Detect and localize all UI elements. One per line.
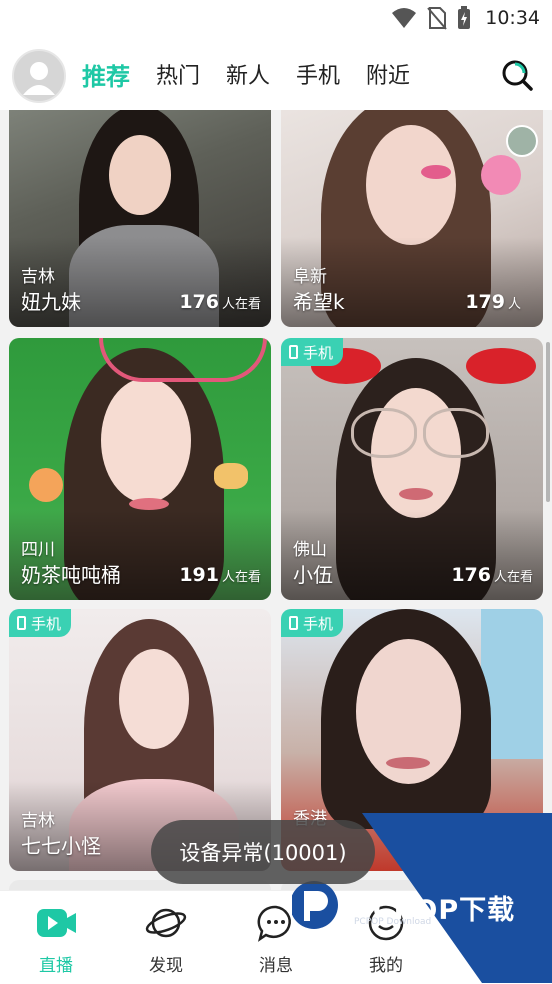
viewer-count: 176 人在看 bbox=[451, 564, 533, 586]
stream-location: 阜新 bbox=[293, 267, 327, 287]
viewer-count: 179 人 bbox=[465, 291, 521, 313]
stream-location: 四川 bbox=[21, 540, 55, 560]
mobile-badge: 手机 bbox=[9, 609, 72, 637]
default-avatar-icon bbox=[14, 51, 64, 101]
planet-icon bbox=[145, 908, 187, 938]
streamer-name: 奶茶吨吨桶 bbox=[21, 563, 121, 587]
nav-live[interactable]: 直播 bbox=[16, 901, 96, 976]
stream-location: 吉林 bbox=[21, 811, 55, 831]
stream-card[interactable]: 阜新 希望k 179 人 bbox=[281, 110, 543, 327]
phone-icon bbox=[17, 616, 26, 630]
no-sim-icon bbox=[427, 7, 447, 30]
stream-location: 佛山 bbox=[293, 540, 327, 560]
status-time: 10:34 bbox=[485, 7, 540, 29]
live-video-icon bbox=[37, 909, 76, 937]
watermark-subtitle: PCPOP Download bbox=[354, 917, 432, 927]
streamer-name: 小伍 bbox=[293, 563, 333, 587]
status-bar: 10:34 bbox=[0, 0, 552, 38]
streamer-name: 希望k bbox=[293, 290, 345, 314]
search-icon[interactable] bbox=[500, 58, 534, 92]
stream-location: 吉林 bbox=[21, 267, 55, 287]
tab-popular[interactable]: 热门 bbox=[156, 58, 200, 90]
error-toast: 设备异常(10001) bbox=[151, 820, 375, 884]
tab-newcomers[interactable]: 新人 bbox=[226, 58, 270, 90]
top-bar: 推荐 热门 新人 手机 附近 bbox=[0, 38, 552, 110]
category-tabs: 推荐 热门 新人 手机 附近 bbox=[82, 38, 410, 110]
tab-recommended[interactable]: 推荐 bbox=[82, 57, 130, 92]
mobile-badge: 手机 bbox=[281, 338, 344, 366]
user-avatar[interactable] bbox=[12, 49, 66, 103]
tab-mobile[interactable]: 手机 bbox=[296, 58, 340, 90]
mobile-badge: 手机 bbox=[281, 609, 344, 637]
wifi-icon bbox=[392, 8, 417, 28]
stream-card[interactable]: 手机 佛山 小伍 176 人在看 bbox=[281, 338, 543, 600]
battery-icon bbox=[458, 6, 471, 29]
scrollbar[interactable] bbox=[546, 342, 550, 502]
viewer-count: 191 人在看 bbox=[179, 564, 261, 586]
phone-icon bbox=[289, 616, 298, 630]
phone-icon bbox=[289, 345, 298, 359]
stream-card[interactable]: 吉林 妞九妹 176 人在看 bbox=[9, 110, 271, 327]
nav-discover[interactable]: 发现 bbox=[126, 901, 206, 976]
stream-feed[interactable]: 吉林 妞九妹 176 人在看 阜新 希望k 179 人 四川 奶茶吨吨桶 191 人在… bbox=[0, 110, 552, 890]
tab-nearby[interactable]: 附近 bbox=[366, 58, 410, 90]
viewer-count: 176 人在看 bbox=[179, 291, 261, 313]
streamer-name: 妞九妹 bbox=[21, 290, 81, 314]
stream-card[interactable]: 四川 奶茶吨吨桶 191 人在看 bbox=[9, 338, 271, 600]
streamer-name: 七七小怪 bbox=[21, 834, 101, 858]
